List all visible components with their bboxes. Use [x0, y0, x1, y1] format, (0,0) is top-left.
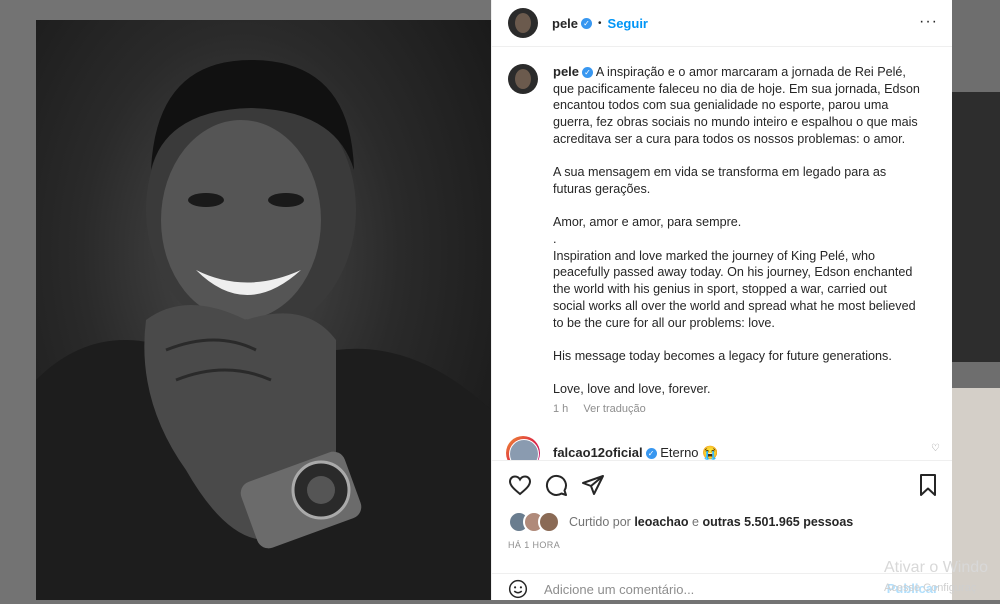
windows-activation-title: Ativar o Windo: [884, 559, 989, 576]
background-thumbnail[interactable]: [951, 92, 1000, 362]
share-icon[interactable]: [581, 473, 605, 497]
post-actions: Curtido por leoachao e outras 5.501.965 …: [492, 460, 952, 599]
post-timestamp: HÁ 1 HORA: [508, 540, 561, 550]
post-caption: pele ✓ A inspiração e o amor marcaram a j…: [553, 64, 928, 398]
liker-avatar[interactable]: [538, 511, 560, 533]
likes-prefix: Curtido por: [569, 515, 631, 529]
add-comment-bar: Adicione um comentário... Publicar: [492, 573, 952, 604]
post-age: 1 h: [553, 403, 569, 415]
comment-icon[interactable]: [544, 473, 568, 497]
likes-count-link[interactable]: outras 5.501.965 pessoas: [702, 515, 853, 529]
post-photo: [36, 20, 491, 600]
comment-avatar[interactable]: [506, 436, 540, 460]
emoji-icon[interactable]: [508, 579, 528, 599]
likes-conj: e: [692, 515, 699, 529]
comment-text: Eterno 😭: [660, 445, 719, 460]
likes-summary: Curtido por leoachao e outras 5.501.965 …: [508, 511, 853, 533]
follow-button[interactable]: Seguir: [608, 16, 648, 31]
separator-dot: •: [598, 17, 602, 29]
comment-item: falcao12oficial ✓ Eterno 😭: [506, 436, 718, 460]
translate-link[interactable]: Ver tradução: [583, 403, 645, 415]
comment-username[interactable]: falcao12oficial: [553, 445, 643, 460]
caption-username[interactable]: pele: [553, 64, 579, 79]
verified-icon: ✓: [645, 448, 657, 460]
comment-like-icon[interactable]: ♡: [931, 443, 940, 454]
user-avatar[interactable]: [508, 8, 538, 38]
header-username[interactable]: pele: [552, 16, 578, 31]
comment-input[interactable]: Adicione um comentário...: [544, 582, 694, 597]
post-side-panel: pele ✓ • Seguir ··· pele ✓ A inspiração e…: [491, 0, 952, 600]
windows-activation-subtitle: Acesse Configuraç: [884, 582, 977, 594]
post-header: pele ✓ • Seguir ···: [492, 0, 952, 47]
caption-text: A inspiração e o amor marcaram a jornada…: [553, 65, 920, 397]
caption-meta: 1 h Ver tradução: [553, 403, 658, 415]
more-icon[interactable]: ···: [919, 13, 938, 31]
save-icon[interactable]: [916, 473, 940, 497]
verified-icon: ✓: [582, 67, 594, 79]
caption-avatar[interactable]: [508, 64, 538, 94]
liker-username[interactable]: leoachao: [634, 515, 688, 529]
caption-area: pele ✓ A inspiração e o amor marcaram a j…: [492, 47, 952, 460]
like-icon[interactable]: [508, 473, 532, 497]
verified-icon: ✓: [581, 17, 593, 29]
